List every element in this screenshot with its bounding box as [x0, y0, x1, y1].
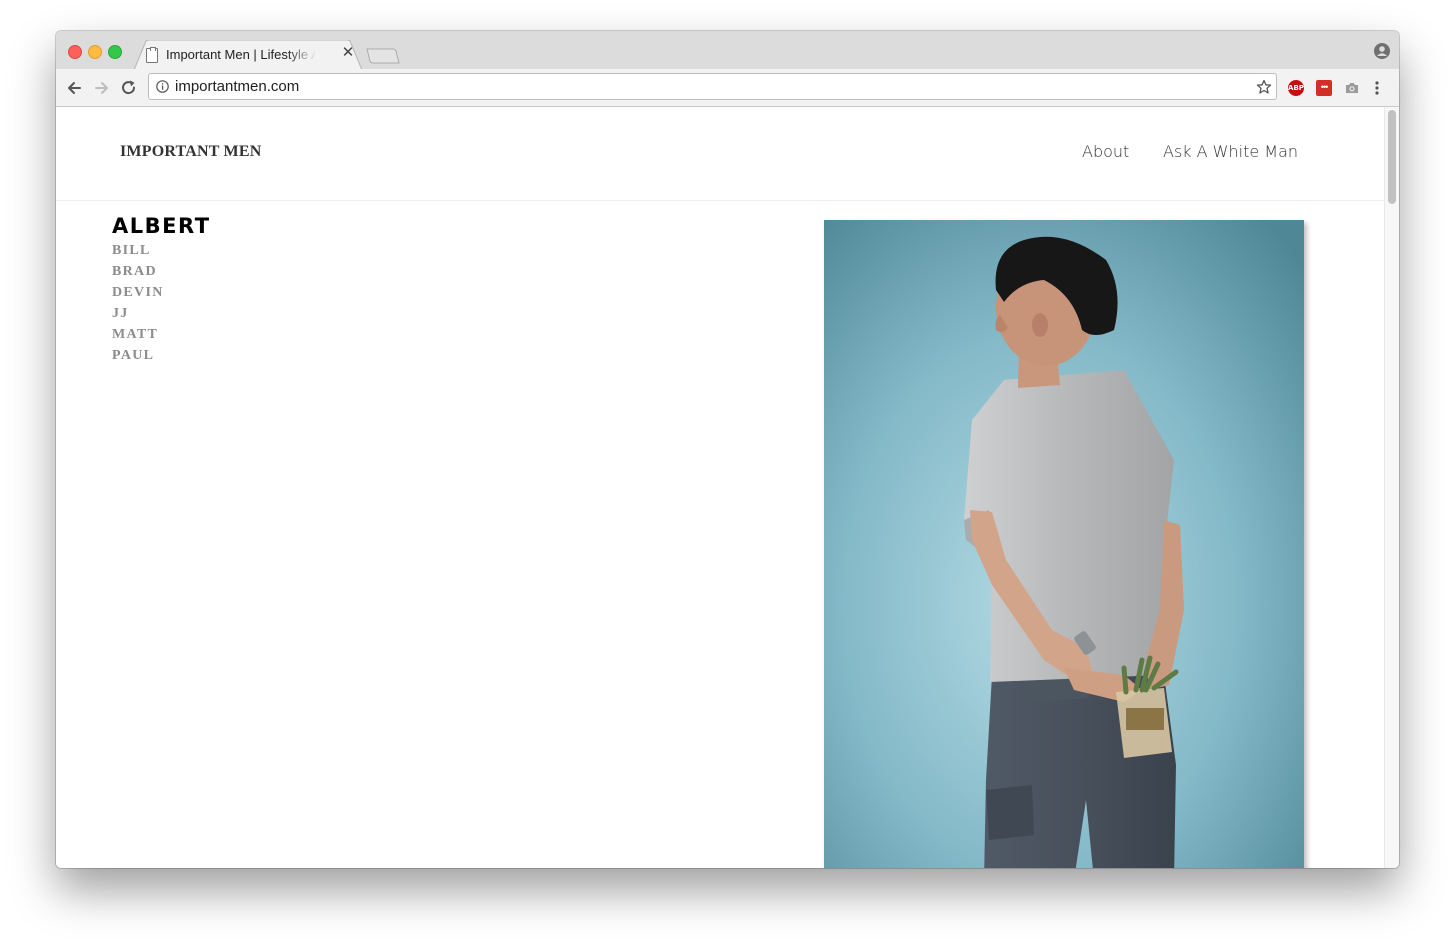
new-tab-button[interactable] [366, 48, 400, 64]
site-header: IMPORTANT MEN About Ask A White Man [56, 107, 1384, 201]
browser-toolbar: importantmen.com ABP ••• [56, 69, 1399, 107]
person-link-devin[interactable]: DEVIN [112, 282, 164, 303]
address-bar[interactable]: importantmen.com [148, 73, 1277, 100]
tab-bar: Important Men | Lifestyle Attributes ✕ [56, 31, 1399, 70]
back-arrow-icon[interactable] [65, 79, 83, 97]
tab-close-icon[interactable]: ✕ [341, 45, 355, 61]
person-name-active[interactable]: ALBERT [112, 214, 211, 238]
page-viewport: IMPORTANT MEN About Ask A White Man ALBE… [56, 107, 1399, 868]
site-info-icon[interactable] [156, 80, 169, 93]
browser-window: Important Men | Lifestyle Attributes ✕ [56, 31, 1399, 868]
screenshot-camera-icon[interactable] [1344, 80, 1360, 96]
nav-link-ask-a-white-man[interactable]: Ask A White Man [1163, 142, 1298, 161]
window-close-button[interactable] [68, 45, 82, 59]
person-link-matt[interactable]: MATT [112, 324, 164, 345]
portrait-illustration [824, 220, 1304, 868]
reload-icon[interactable] [120, 79, 138, 97]
site-logo[interactable]: IMPORTANT MEN [120, 143, 261, 161]
bookmark-star-icon[interactable] [1256, 79, 1272, 95]
portrait-photo [824, 220, 1304, 868]
lastpass-icon[interactable]: ••• [1316, 80, 1332, 96]
person-link-bill[interactable]: BILL [112, 240, 164, 261]
person-link-paul[interactable]: PAUL [112, 345, 164, 366]
person-link-brad[interactable]: BRAD [112, 261, 164, 282]
window-minimize-button[interactable] [88, 45, 102, 59]
page-scrollbar[interactable] [1384, 107, 1399, 868]
person-link-jj[interactable]: JJ [112, 303, 164, 324]
browser-tab-active[interactable]: Important Men | Lifestyle Attributes ✕ [134, 40, 362, 70]
forward-arrow-icon[interactable] [93, 79, 111, 97]
profile-icon[interactable] [1374, 43, 1390, 59]
nav-link-about[interactable]: About [1082, 142, 1129, 161]
url-text[interactable]: importantmen.com [175, 78, 299, 95]
window-maximize-button[interactable] [108, 45, 122, 59]
scrollbar-thumb[interactable] [1388, 110, 1396, 204]
person-name-list: BILL BRAD DEVIN JJ MATT PAUL [112, 240, 164, 366]
page-favicon-icon [146, 47, 158, 63]
adblock-plus-icon[interactable]: ABP [1288, 80, 1304, 96]
browser-menu-icon[interactable] [1373, 80, 1381, 96]
tab-title: Important Men | Lifestyle Attributes [166, 47, 316, 62]
